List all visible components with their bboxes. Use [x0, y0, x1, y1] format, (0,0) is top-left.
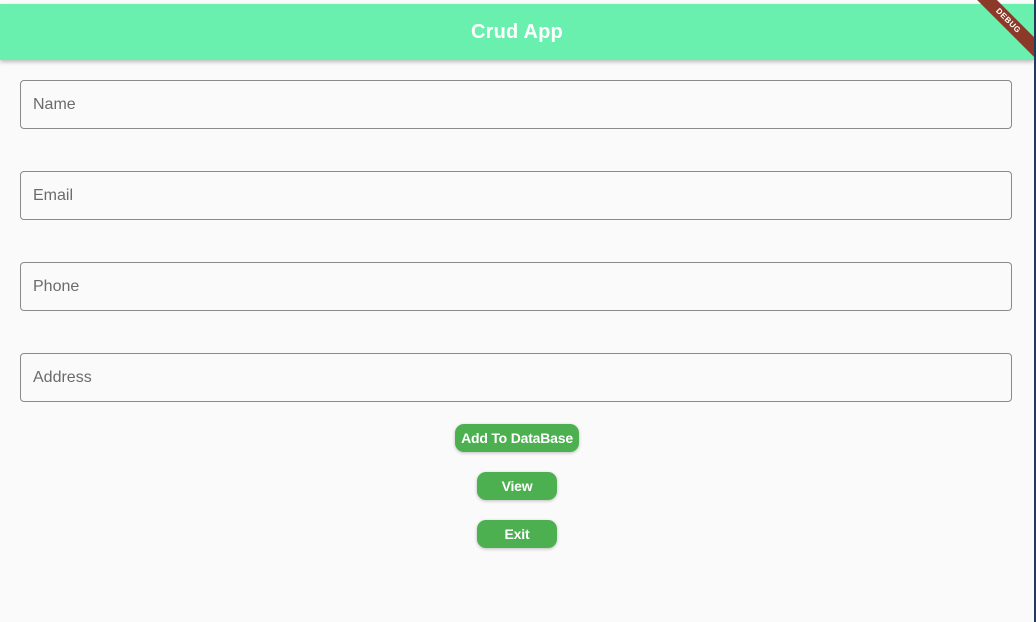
view-button[interactable]: View — [477, 472, 557, 500]
exit-button[interactable]: Exit — [477, 520, 557, 548]
address-field[interactable] — [20, 353, 1012, 402]
name-field[interactable] — [20, 80, 1012, 129]
phone-field[interactable] — [20, 262, 1012, 311]
app-window: Crud App DEBUG Add To DataBase View Exit — [0, 0, 1036, 622]
email-field[interactable] — [20, 171, 1012, 220]
add-to-database-button[interactable]: Add To DataBase — [455, 424, 579, 452]
app-bar: Crud App — [0, 4, 1034, 60]
app-title: Crud App — [471, 20, 563, 43]
